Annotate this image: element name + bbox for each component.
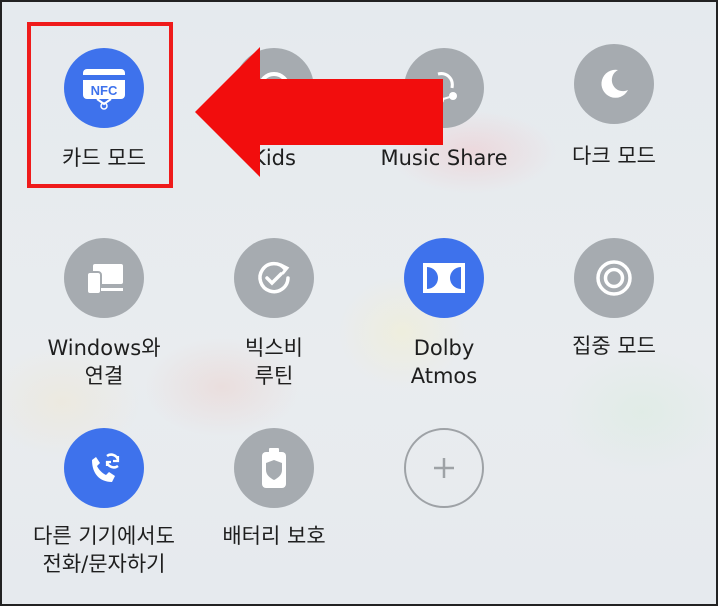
battery-shield-icon bbox=[234, 428, 314, 508]
call-sync-icon bbox=[64, 428, 144, 508]
tile-dark-mode[interactable]: 다크 모드 bbox=[534, 44, 694, 224]
tile-label-focus-mode: 집중 모드 bbox=[572, 334, 656, 358]
windows-link-icon bbox=[64, 238, 144, 318]
tile-battery-protect[interactable]: 배터리 보호 bbox=[194, 424, 354, 604]
red-arrow-icon bbox=[195, 47, 443, 177]
dolby-icon bbox=[404, 238, 484, 318]
tile-focus-mode[interactable]: 집중 모드 bbox=[534, 234, 694, 414]
tile-dolby-atmos[interactable]: Dolby Atmos bbox=[364, 234, 524, 414]
tile-bixby-routines[interactable]: 빅스비 루틴 bbox=[194, 234, 354, 414]
bixby-routines-icon bbox=[234, 238, 314, 318]
plus-icon bbox=[404, 428, 484, 508]
tile-label-battery-protect: 배터리 보호 bbox=[222, 524, 326, 548]
tile-label-dark-mode: 다크 모드 bbox=[572, 144, 656, 168]
add-tile-button[interactable] bbox=[364, 424, 524, 604]
moon-icon bbox=[574, 44, 654, 124]
focus-target-icon bbox=[574, 238, 654, 318]
highlight-box bbox=[27, 22, 173, 188]
tile-call-other-devices[interactable]: 다른 기기에서도 전화/문자하기 bbox=[24, 424, 184, 604]
tile-link-to-windows[interactable]: Windows와 연결 bbox=[24, 234, 184, 414]
quick-panel-background: NFC 카드 모드 Kids Music Share 다크 모드 Windows… bbox=[0, 0, 718, 606]
